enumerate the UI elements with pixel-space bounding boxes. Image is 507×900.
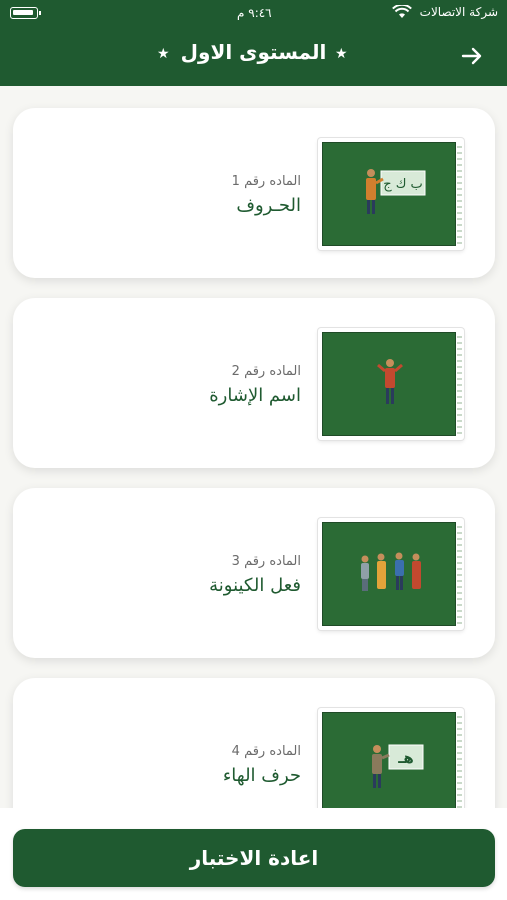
board-edge (457, 712, 462, 808)
chalkboard (322, 522, 456, 626)
lesson-number: الماده رقم 1 (231, 174, 301, 189)
lesson-card-1[interactable]: الماده رقم 1 الحـروف ب ك ج (13, 108, 495, 278)
lesson-thumbnail: هـ (318, 708, 464, 808)
lesson-title: اسم الإشارة (209, 385, 301, 406)
lesson-number: الماده رقم 4 (231, 744, 301, 759)
board-letters: هـ (397, 749, 414, 767)
lesson-title: الحـروف (236, 195, 301, 216)
retake-test-button[interactable]: اعادة الاختبار (13, 829, 495, 887)
lesson-text: الماده رقم 4 حرف الهاء (223, 744, 301, 786)
status-bar: ٩:٤٦ م شركة الاتصالات (0, 0, 507, 28)
app-header: ٩:٤٦ م شركة الاتصالات ★ المستوى الاول ★ (0, 0, 507, 86)
lesson-number: الماده رقم 3 (231, 554, 301, 569)
lesson-list[interactable]: الماده رقم 1 الحـروف ب ك ج الماده رقم 2 (0, 86, 507, 808)
teacher-letter-ha-illustration: هـ (372, 744, 424, 788)
lesson-text: الماده رقم 2 اسم الإشارة (209, 364, 301, 406)
lesson-title: فعل الكينونة (209, 575, 301, 596)
lesson-title: حرف الهاء (222, 765, 301, 786)
chalkboard: هـ (322, 712, 456, 808)
back-arrow-icon[interactable] (460, 44, 484, 68)
lesson-text: الماده رقم 1 الحـروف (232, 174, 301, 216)
board-edge (457, 522, 462, 626)
wifi-icon (392, 5, 412, 18)
battery-icon (10, 7, 38, 19)
lesson-card-4[interactable]: الماده رقم 4 حرف الهاء هـ (13, 678, 495, 808)
star-icon-right: ★ (335, 46, 348, 62)
board-edge (457, 142, 462, 246)
carrier-name: شركة الاتصالات (419, 5, 498, 19)
battery-cap (39, 11, 41, 15)
lesson-text: الماده رقم 3 فعل الكينونة (209, 554, 301, 596)
lesson-card-2[interactable]: الماده رقم 2 اسم الإشارة (13, 298, 495, 468)
lesson-card-3[interactable]: الماده رقم 3 فعل الكينونة (13, 488, 495, 658)
lesson-thumbnail (318, 518, 464, 630)
page-title: المستوى الاول (180, 40, 327, 64)
chalkboard (322, 332, 456, 436)
teacher-letters-illustration: ب ك ج (366, 169, 426, 214)
lesson-thumbnail (318, 328, 464, 440)
status-time: ٩:٤٦ م (237, 6, 272, 20)
group-people-illustration (361, 552, 421, 591)
lesson-number: الماده رقم 2 (231, 364, 301, 379)
pointing-person-illustration (377, 359, 403, 404)
board-letters: ب ك ج (383, 177, 423, 192)
chalkboard: ب ك ج (322, 142, 456, 246)
board-edge (457, 332, 462, 436)
lesson-thumbnail: ب ك ج (318, 138, 464, 250)
